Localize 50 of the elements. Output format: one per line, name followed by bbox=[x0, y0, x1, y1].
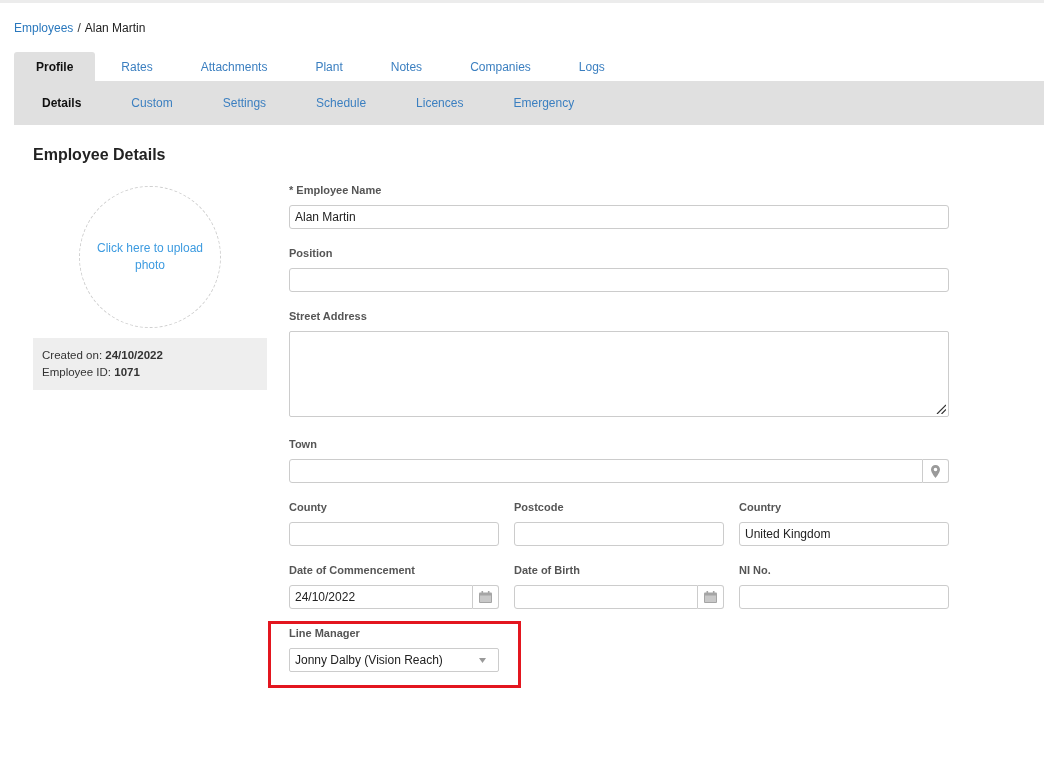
input-field[interactable] bbox=[289, 268, 949, 292]
input-field[interactable]: 24/10/2022 bbox=[289, 585, 473, 609]
field-label: Country bbox=[739, 500, 783, 514]
textarea-field[interactable] bbox=[289, 331, 949, 417]
tab[interactable]: Profile bbox=[14, 52, 96, 81]
calendar-icon bbox=[479, 591, 492, 603]
tab[interactable]: Rates bbox=[99, 52, 175, 81]
field-label: * Employee Name bbox=[289, 183, 383, 197]
field-label: Date of Commencement bbox=[289, 563, 416, 577]
sub-tab[interactable]: Emergency bbox=[488, 81, 600, 125]
tab[interactable]: Companies bbox=[448, 52, 553, 81]
photo-upload-button[interactable]: Click here to upload photo bbox=[79, 186, 221, 328]
field-label: NI No. bbox=[739, 563, 772, 577]
tab[interactable]: Notes bbox=[368, 52, 445, 81]
field-label: Line Manager bbox=[289, 626, 361, 640]
sub-tab[interactable]: Details bbox=[17, 81, 107, 125]
input-field[interactable] bbox=[739, 585, 949, 609]
sub-tab[interactable]: Licences bbox=[391, 81, 489, 125]
record-info-text: Employee ID: 1071 bbox=[42, 365, 141, 380]
location-pin-icon bbox=[931, 464, 940, 478]
sub-tab[interactable]: Settings bbox=[197, 81, 292, 125]
tab[interactable]: Attachments bbox=[178, 52, 290, 81]
calendar-button[interactable] bbox=[473, 585, 499, 609]
field-label: County bbox=[289, 500, 328, 514]
sub-tab[interactable]: Custom bbox=[106, 81, 198, 125]
breadcrumb-current: Alan Martin bbox=[84, 20, 146, 36]
field-label: Town bbox=[289, 437, 318, 451]
input-field[interactable] bbox=[514, 585, 698, 609]
calendar-button[interactable] bbox=[698, 585, 724, 609]
input-field[interactable] bbox=[289, 459, 923, 483]
breadcrumb-link[interactable]: Employees bbox=[14, 20, 74, 36]
input-field[interactable] bbox=[289, 522, 499, 546]
section-title: Employee Details bbox=[33, 145, 167, 165]
record-info-text: Created on: 24/10/2022 bbox=[42, 348, 164, 363]
tab[interactable]: Plant bbox=[293, 52, 365, 81]
sub-tab[interactable]: Schedule bbox=[291, 81, 392, 125]
field-label: Position bbox=[289, 246, 334, 260]
field-label: Street Address bbox=[289, 309, 368, 323]
input-field[interactable] bbox=[514, 522, 724, 546]
input-field[interactable]: Alan Martin bbox=[289, 205, 949, 229]
caret-down-icon bbox=[479, 657, 486, 663]
field-label: Postcode bbox=[514, 500, 565, 514]
calendar-icon bbox=[704, 591, 717, 603]
field-label: Date of Birth bbox=[514, 563, 581, 577]
input-field[interactable]: United Kingdom bbox=[739, 522, 949, 546]
tab[interactable]: Logs bbox=[556, 52, 627, 81]
breadcrumb-separator: / bbox=[77, 20, 81, 36]
location-button[interactable] bbox=[923, 459, 949, 483]
select-field[interactable]: Jonny Dalby (Vision Reach) bbox=[289, 648, 499, 672]
resize-grip-icon bbox=[936, 404, 946, 414]
